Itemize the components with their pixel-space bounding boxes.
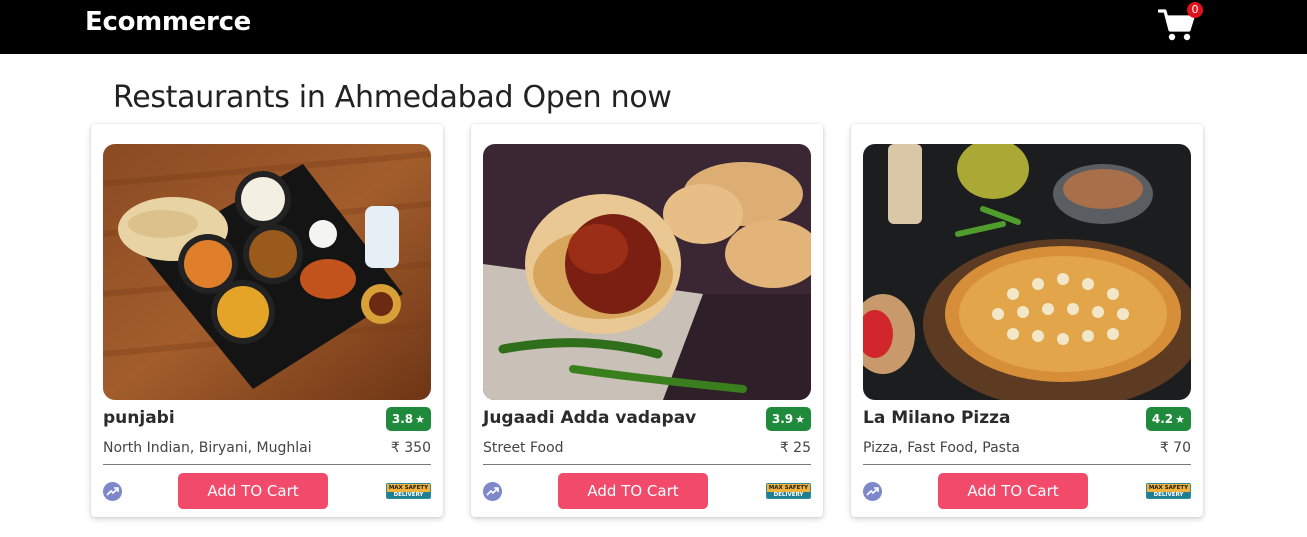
max-safety-delivery-icon: MAX SAFETY DELIVERY: [386, 483, 431, 499]
price-text: ₹ 350: [390, 440, 431, 456]
rating-badge: 4.2 ★: [1145, 407, 1191, 431]
rating-badge: 3.8 ★: [385, 407, 431, 431]
safety-line2: DELIVERY: [387, 492, 430, 498]
rating-value: 3.8: [391, 412, 414, 426]
add-to-cart-button[interactable]: Add TO Cart: [938, 473, 1088, 509]
star-icon: ★: [795, 413, 805, 426]
price-text: ₹ 25: [779, 440, 811, 456]
restaurant-card[interactable]: La Milano Pizza 4.2 ★ Pizza, Fast Food, P…: [851, 124, 1203, 517]
safety-line1: MAX SAFETY: [387, 484, 430, 492]
max-safety-delivery-icon: MAX SAFETY DELIVERY: [1146, 483, 1191, 499]
trending-icon: [103, 482, 122, 501]
add-to-cart-button[interactable]: Add TO Cart: [558, 473, 708, 509]
max-safety-delivery-icon: MAX SAFETY DELIVERY: [766, 483, 811, 499]
restaurant-name[interactable]: La Milano Pizza: [863, 408, 1011, 428]
cart-count-badge: 0: [1187, 2, 1203, 18]
divider: [103, 464, 431, 465]
cart-button[interactable]: 0: [1158, 2, 1203, 46]
trending-icon: [483, 482, 502, 501]
divider: [483, 464, 811, 465]
safety-line2: DELIVERY: [767, 492, 810, 498]
restaurant-name[interactable]: punjabi: [103, 408, 175, 428]
brand-logo-text[interactable]: Ecommerce: [85, 7, 251, 37]
restaurant-image-thali[interactable]: [103, 144, 431, 400]
safety-line2: DELIVERY: [1147, 492, 1190, 498]
rating-value: 4.2: [1151, 412, 1174, 426]
cuisine-text: Street Food: [483, 440, 564, 456]
price-text: ₹ 70: [1159, 440, 1191, 456]
restaurant-name[interactable]: Jugaadi Adda vadapav: [483, 408, 696, 428]
star-icon: ★: [415, 413, 425, 426]
trending-icon: [863, 482, 882, 501]
restaurant-image-vadapav[interactable]: [483, 144, 811, 400]
divider: [863, 464, 1191, 465]
safety-line1: MAX SAFETY: [767, 484, 810, 492]
cuisine-text: Pizza, Fast Food, Pasta: [863, 440, 1021, 456]
safety-line1: MAX SAFETY: [1147, 484, 1190, 492]
restaurant-card[interactable]: punjabi 3.8 ★ North Indian, Biryani, Mugh…: [91, 124, 443, 517]
rating-badge: 3.9 ★: [765, 407, 811, 431]
top-navbar: Ecommerce 0: [0, 0, 1307, 54]
rating-value: 3.9: [771, 412, 794, 426]
restaurant-card[interactable]: Jugaadi Adda vadapav 3.9 ★ Street Food ₹ …: [471, 124, 823, 517]
add-to-cart-button[interactable]: Add TO Cart: [178, 473, 328, 509]
restaurant-image-pizza[interactable]: [863, 144, 1191, 400]
cuisine-text: North Indian, Biryani, Mughlai: [103, 440, 312, 456]
star-icon: ★: [1175, 413, 1185, 426]
page-title: Restaurants in Ahmedabad Open now: [113, 80, 672, 115]
